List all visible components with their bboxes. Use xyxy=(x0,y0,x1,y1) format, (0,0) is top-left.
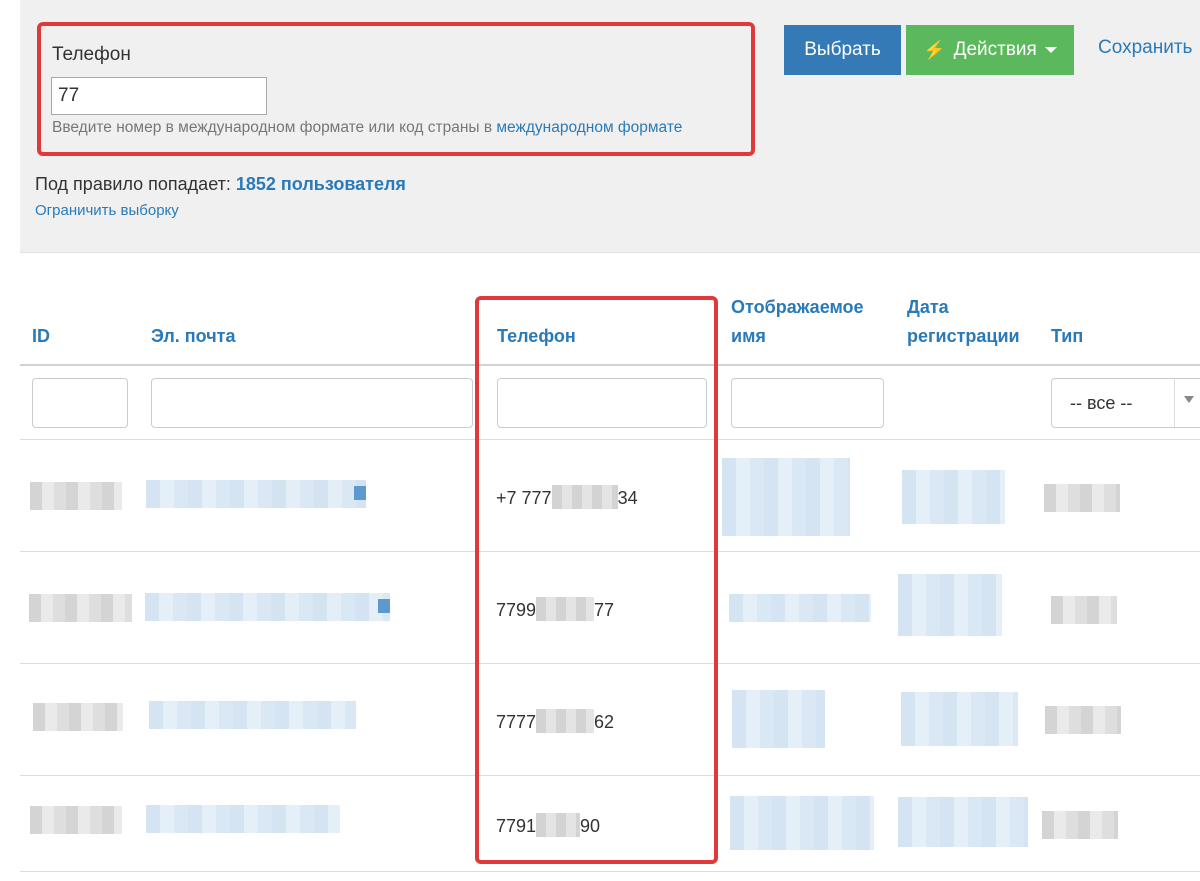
type-filter-select[interactable]: -- все -- xyxy=(1051,378,1200,428)
redacted-email[interactable] xyxy=(145,593,390,621)
bolt-icon: ⚡ xyxy=(923,39,946,60)
redacted-registration-date xyxy=(898,574,1002,636)
email-filter-input[interactable] xyxy=(151,378,473,428)
column-header-display-name[interactable]: Отображаемое имя xyxy=(731,293,864,351)
match-count-link[interactable]: 1852 пользователя xyxy=(236,174,406,194)
display-name-filter-input[interactable] xyxy=(731,378,884,428)
id-filter-input[interactable] xyxy=(32,378,128,428)
redacted-id xyxy=(29,594,132,622)
redacted-email[interactable] xyxy=(146,480,366,508)
save-link[interactable]: Сохранить xyxy=(1098,37,1192,59)
chevron-down-icon xyxy=(1184,396,1194,403)
limit-selection-link[interactable]: Ограничить выборку xyxy=(35,202,179,219)
column-header-email[interactable]: Эл. почта xyxy=(151,322,236,351)
column-header-registration-date[interactable]: Дата регистрации xyxy=(907,293,1020,351)
phone-column-highlight xyxy=(475,296,718,864)
caret-down-icon xyxy=(1044,47,1057,53)
select-button[interactable]: Выбрать xyxy=(784,25,901,75)
redacted-type xyxy=(1044,484,1120,512)
row-divider xyxy=(20,871,1200,872)
column-header-type[interactable]: Тип xyxy=(1051,322,1083,351)
redacted-registration-date xyxy=(901,692,1018,746)
actions-label: Действия xyxy=(953,39,1037,60)
redacted-type xyxy=(1042,811,1118,839)
redacted-display-name xyxy=(722,458,850,536)
phone-filter-label: Телефон xyxy=(52,44,131,65)
redacted-email[interactable] xyxy=(146,805,340,833)
match-summary: Под правило попадает: 1852 пользователя xyxy=(35,174,406,194)
redacted-registration-date xyxy=(898,797,1028,847)
redacted-display-name xyxy=(729,594,871,622)
column-header-id[interactable]: ID xyxy=(32,322,50,351)
redacted-type xyxy=(1045,706,1121,734)
redacted-type xyxy=(1051,596,1117,624)
redacted-display-name xyxy=(732,690,825,748)
actions-dropdown-button[interactable]: ⚡ Действия xyxy=(906,25,1074,75)
phone-filter-hint: Введите номер в международном формате ил… xyxy=(52,119,683,136)
redacted-email[interactable] xyxy=(149,701,356,729)
redacted-id xyxy=(33,703,123,731)
redacted-registration-date xyxy=(902,470,1005,524)
redacted-id xyxy=(30,806,122,834)
redacted-id xyxy=(30,482,122,510)
phone-filter-input[interactable] xyxy=(51,77,267,115)
redacted-display-name xyxy=(730,796,874,850)
international-format-link[interactable]: международном формате xyxy=(496,119,682,136)
select-separator xyxy=(1174,379,1175,427)
